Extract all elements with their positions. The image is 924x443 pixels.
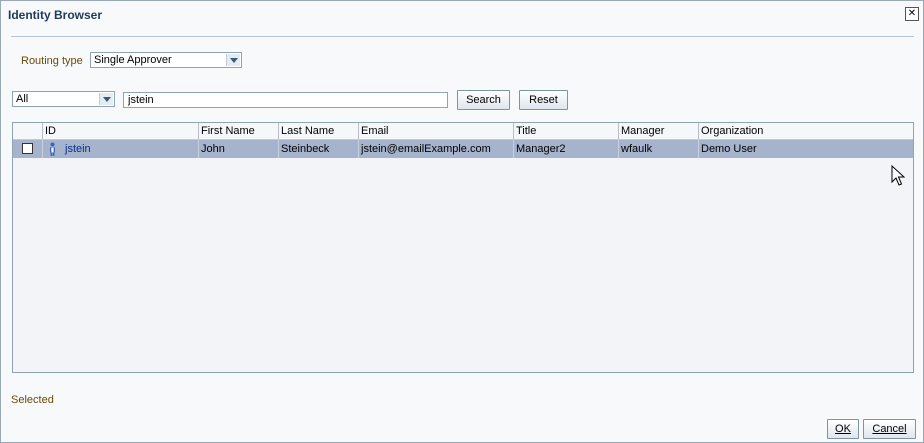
routing-type-select[interactable]: Single Approver <box>90 52 242 68</box>
cell-email: jstein@emailExample.com <box>358 140 513 158</box>
row-select-checkbox[interactable] <box>22 143 33 154</box>
column-header-first-name[interactable]: First Name <box>198 123 278 139</box>
user-icon <box>50 142 55 156</box>
dialog-title: Identity Browser <box>8 8 103 22</box>
cell-last-name: Steinbeck <box>278 140 358 158</box>
results-table: ID First Name Last Name Email Title Mana… <box>12 122 914 373</box>
column-header-manager[interactable]: Manager <box>618 123 698 139</box>
table-header: ID First Name Last Name Email Title Mana… <box>13 123 913 140</box>
cell-id: jstein <box>42 140 198 158</box>
reset-button[interactable]: Reset <box>519 90 568 110</box>
search-scope-value: All <box>16 93 29 105</box>
table-row[interactable]: jstein John Steinbeck jstein@emailExampl… <box>13 140 913 158</box>
search-scope-select[interactable]: All <box>12 91 115 107</box>
chevron-down-icon[interactable] <box>226 54 240 66</box>
search-button[interactable]: Search <box>457 90 510 110</box>
close-icon[interactable]: ✕ <box>905 7 919 21</box>
column-header-email[interactable]: Email <box>358 123 513 139</box>
identity-browser-dialog: Identity Browser ✕ Routing type Single A… <box>0 0 924 443</box>
routing-type-label: Routing type <box>21 55 83 67</box>
mouse-pointer-icon <box>891 165 905 186</box>
user-id-link[interactable]: jstein <box>65 140 91 158</box>
cell-manager: wfaulk <box>618 140 698 158</box>
search-input[interactable] <box>123 92 448 108</box>
cancel-button[interactable]: Cancel <box>863 419 916 439</box>
title-divider <box>11 36 914 37</box>
column-header-last-name[interactable]: Last Name <box>278 123 358 139</box>
ok-button[interactable]: OK <box>827 419 859 439</box>
cell-title: Manager2 <box>513 140 618 158</box>
cell-organization: Demo User <box>698 140 913 158</box>
chevron-down-icon[interactable] <box>99 93 113 105</box>
column-header-id[interactable]: ID <box>42 123 198 139</box>
selected-label: Selected <box>11 394 54 406</box>
column-header-title[interactable]: Title <box>513 123 618 139</box>
cell-first-name: John <box>198 140 278 158</box>
routing-type-value: Single Approver <box>94 54 172 66</box>
column-header-organization[interactable]: Organization <box>698 123 913 139</box>
